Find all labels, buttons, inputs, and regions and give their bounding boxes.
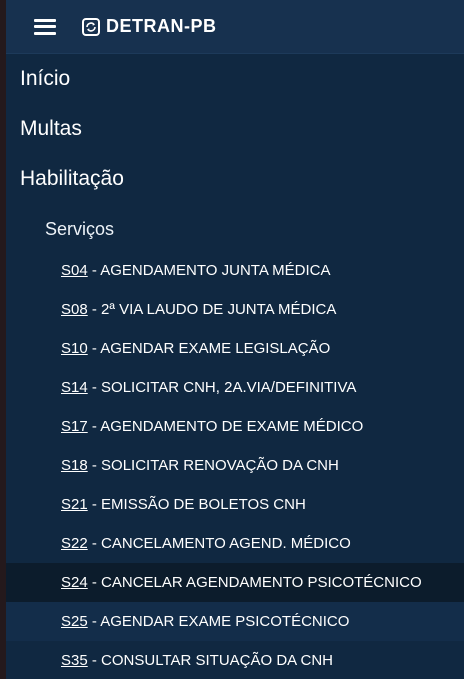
service-link-s04[interactable]: S04 - AGENDAMENTO JUNTA MÉDICA [6, 251, 464, 290]
submenu-item-servicos[interactable]: Serviços [6, 207, 464, 251]
brand-name: DETRAN-PB [106, 16, 217, 36]
service-code: S17 [61, 418, 88, 435]
menu-list: Início Multas Habilitação Serviços S04 -… [6, 55, 464, 679]
service-label: - EMISSÃO DE BOLETOS CNH [87, 496, 306, 513]
service-code: S22 [61, 535, 88, 552]
service-code: S10 [61, 340, 88, 357]
service-link-s08[interactable]: S08 - 2ª VIA LAUDO DE JUNTA MÉDICA [6, 290, 464, 329]
service-label: - CANCELAR AGENDAMENTO PSICOTÉCNICO [87, 574, 422, 591]
service-code: S18 [61, 457, 88, 474]
service-link-s21[interactable]: S21 - EMISSÃO DE BOLETOS CNH [6, 485, 464, 524]
service-code: S35 [61, 652, 88, 669]
service-label: - 2ª VIA LAUDO DE JUNTA MÉDICA [87, 301, 337, 318]
service-code: S24 [61, 574, 88, 591]
menu-item-multas[interactable]: Multas [6, 105, 464, 155]
service-code: S25 [61, 613, 88, 630]
service-code: S21 [61, 496, 88, 513]
hamburger-menu-icon[interactable] [34, 18, 56, 35]
menu-item-inicio[interactable]: Início [6, 55, 464, 105]
service-label: - AGENDAMENTO DE EXAME MÉDICO [87, 418, 364, 435]
service-label: - SOLICITAR CNH, 2A.VIA/DEFINITIVA [87, 379, 357, 396]
detran-logo-icon [82, 17, 100, 36]
menu-header: DETRAN-PB [6, 0, 464, 54]
service-code: S04 [61, 262, 88, 279]
service-label: - SOLICITAR RENOVAÇÃO DA CNH [87, 457, 339, 474]
service-link-s22[interactable]: S22 - CANCELAMENTO AGEND. MÉDICO [6, 524, 464, 563]
service-label: - CONSULTAR SITUAÇÃO DA CNH [87, 652, 334, 669]
service-link-s35[interactable]: S35 - CONSULTAR SITUAÇÃO DA CNH [6, 641, 464, 679]
service-link-s14[interactable]: S14 - SOLICITAR CNH, 2A.VIA/DEFINITIVA [6, 368, 464, 407]
service-label: - CANCELAMENTO AGEND. MÉDICO [87, 535, 351, 552]
service-link-s18[interactable]: S18 - SOLICITAR RENOVAÇÃO DA CNH [6, 446, 464, 485]
service-code: S08 [61, 301, 88, 318]
menu-item-habilitacao[interactable]: Habilitação [6, 155, 464, 205]
service-link-s10[interactable]: S10 - AGENDAR EXAME LEGISLAÇÃO [6, 329, 464, 368]
service-label: - AGENDAR EXAME PSICOTÉCNICO [87, 613, 350, 630]
brand-logo[interactable]: DETRAN-PB [82, 16, 217, 37]
service-label: - AGENDAMENTO JUNTA MÉDICA [87, 262, 331, 279]
service-link-s25[interactable]: S25 - AGENDAR EXAME PSICOTÉCNICO [6, 602, 464, 641]
service-code: S14 [61, 379, 88, 396]
service-label: - AGENDAR EXAME LEGISLAÇÃO [87, 340, 331, 357]
service-link-s17[interactable]: S17 - AGENDAMENTO DE EXAME MÉDICO [6, 407, 464, 446]
service-link-s24[interactable]: S24 - CANCELAR AGENDAMENTO PSICOTÉCNICO [6, 563, 464, 602]
side-menu: DETRAN-PB Início Multas Habilitação Serv… [6, 0, 464, 679]
